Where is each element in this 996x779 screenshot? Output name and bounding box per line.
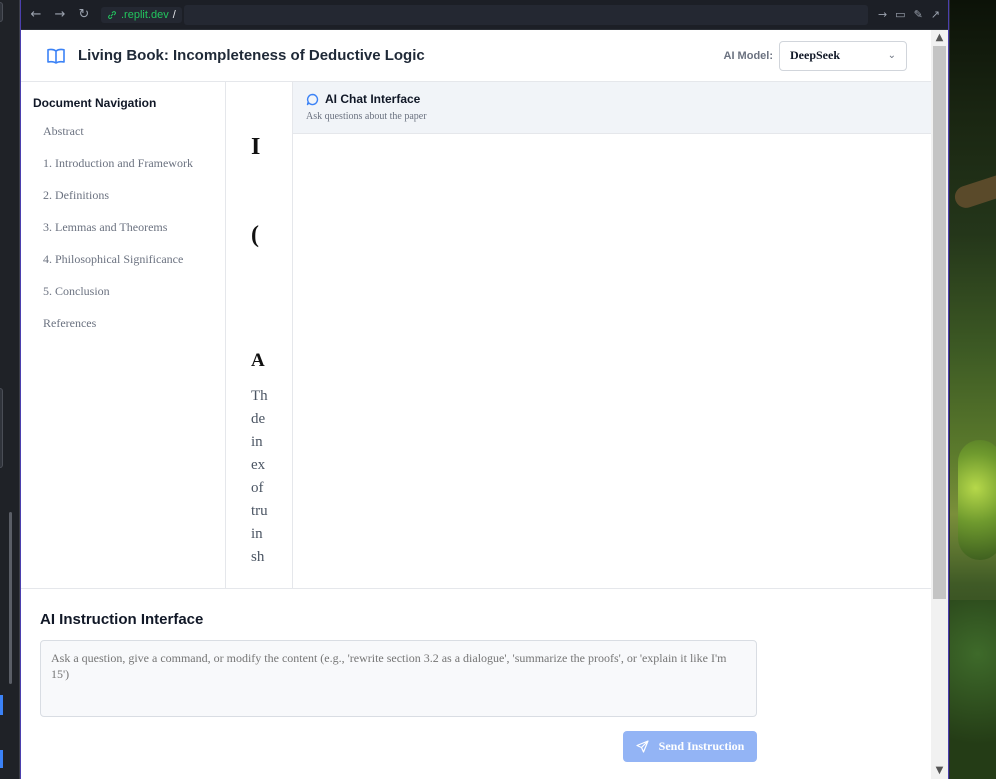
chat-header: AI Chat Interface Ask questions about th…: [293, 82, 931, 134]
desktop-wallpaper: [950, 0, 996, 779]
nav-item-philosophical[interactable]: 4. Philosophical Significance: [33, 248, 225, 280]
url-path: /: [172, 8, 176, 21]
back-arrow-icon[interactable]: ←: [29, 7, 43, 22]
wrench-icon[interactable]: ✎: [914, 8, 923, 21]
url-host: .replit.dev: [121, 8, 169, 21]
page-scrollbar[interactable]: ▲ ▼: [931, 30, 948, 779]
browser-toolbar: ← → ↻ .replit.dev / → ▭ ✎ ↗: [21, 0, 948, 30]
abstract-line: tru: [251, 503, 268, 519]
document-subtitle: (: [251, 222, 259, 248]
chat-bubble-icon: [306, 93, 319, 105]
scroll-down-icon[interactable]: ▼: [931, 763, 948, 779]
chat-panel: AI Chat Interface Ask questions about th…: [292, 82, 931, 588]
link-icon: [108, 10, 116, 19]
instruction-title: AI Instruction Interface: [40, 611, 204, 628]
model-label: AI Model:: [723, 49, 774, 62]
document-navigation: Document Navigation Abstract 1. Introduc…: [21, 82, 226, 588]
browser-actions: → ▭ ✎ ↗: [878, 8, 940, 21]
desktop-accent: [0, 750, 3, 768]
nav-item-definitions[interactable]: 2. Definitions: [33, 184, 225, 216]
abstract-line: of: [251, 480, 264, 496]
abstract-heading: A: [251, 350, 265, 371]
document-title: I: [251, 134, 261, 160]
app-header: Living Book: Incompleteness of Deductive…: [21, 30, 931, 82]
browser-window: ← → ↻ .replit.dev / → ▭ ✎ ↗ Living Book: …: [20, 0, 949, 779]
url-bar-fill[interactable]: [183, 4, 868, 25]
external-link-icon[interactable]: ↗: [931, 8, 940, 21]
scroll-up-icon[interactable]: ▲: [931, 30, 948, 46]
reload-icon[interactable]: ↻: [77, 7, 91, 22]
chat-subtitle: Ask questions about the paper: [306, 111, 427, 122]
document-content: I ( A Th de in ex of tru in sh: [226, 82, 292, 588]
abstract-line: sh: [251, 549, 265, 565]
abstract-line: in: [251, 526, 263, 542]
model-select[interactable]: DeepSeek ⌄: [779, 40, 907, 71]
nav-heading: Document Navigation: [33, 96, 157, 110]
scroll-thumb[interactable]: [933, 46, 946, 599]
nav-item-conclusion[interactable]: 5. Conclusion: [33, 280, 225, 312]
desktop-card: [0, 388, 3, 468]
nav-item-abstract[interactable]: Abstract: [33, 120, 225, 152]
url-field[interactable]: .replit.dev /: [101, 6, 182, 23]
forward-arrow-icon[interactable]: →: [53, 7, 67, 22]
abstract-line: ex: [251, 457, 266, 473]
chat-title: AI Chat Interface: [325, 92, 421, 106]
device-icon[interactable]: ▭: [895, 8, 905, 21]
model-select-value: DeepSeek: [790, 48, 840, 62]
nav-item-introduction[interactable]: 1. Introduction and Framework: [33, 152, 225, 184]
desktop-left-strip: [0, 0, 20, 779]
desktop-accent: [0, 695, 3, 715]
nav-item-lemmas[interactable]: 3. Lemmas and Theorems: [33, 216, 225, 248]
app-title: Living Book: Incompleteness of Deductive…: [78, 47, 425, 64]
go-arrow-icon[interactable]: →: [878, 8, 887, 21]
desktop-scrollbar: [9, 512, 12, 684]
book-icon: [47, 48, 65, 64]
abstract-line: Th: [251, 388, 268, 404]
app-root: Living Book: Incompleteness of Deductive…: [21, 30, 931, 779]
instruction-panel: AI Instruction Interface Send Instructio…: [21, 588, 931, 779]
abstract-line: de: [251, 411, 266, 427]
instruction-input[interactable]: [40, 640, 757, 717]
main-body: Document Navigation Abstract 1. Introduc…: [21, 82, 931, 588]
nav-item-references[interactable]: References: [33, 312, 225, 344]
send-instruction-button[interactable]: Send Instruction: [623, 731, 757, 762]
send-icon: [636, 740, 649, 753]
chevron-down-icon: ⌄: [887, 50, 896, 61]
desktop-card: [0, 2, 3, 22]
abstract-line: in: [251, 434, 263, 450]
send-instruction-label: Send Instruction: [658, 739, 745, 753]
